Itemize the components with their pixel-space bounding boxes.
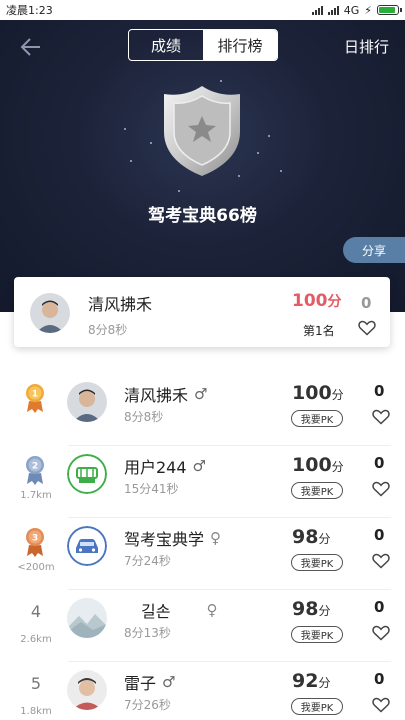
heart-icon[interactable] bbox=[372, 625, 390, 641]
pk-button[interactable]: 我要PK bbox=[291, 410, 343, 427]
tab-score[interactable]: 成绩 bbox=[129, 30, 203, 60]
female-icon: ♀ bbox=[206, 601, 218, 619]
signal-icon-2 bbox=[327, 5, 339, 15]
svg-text:1: 1 bbox=[32, 390, 38, 400]
silver-shield-star-icon bbox=[164, 86, 240, 176]
gold-medal-icon: 1 bbox=[26, 384, 44, 413]
user-time: 8分13秒 bbox=[124, 626, 171, 640]
leaderboard-title: 驾考宝典66榜 bbox=[148, 206, 257, 226]
my-rank-label: 第1名 bbox=[303, 324, 335, 338]
battery-icon bbox=[377, 5, 402, 15]
likes-count: 0 bbox=[374, 598, 385, 616]
distance: 1.8km bbox=[20, 706, 52, 717]
share-button[interactable]: 分享 bbox=[343, 237, 405, 263]
user-score: 98分 bbox=[292, 598, 331, 620]
my-score: 100分 bbox=[292, 291, 342, 311]
likes-count: 0 bbox=[374, 454, 385, 472]
heart-icon[interactable] bbox=[358, 320, 376, 336]
avatar[interactable] bbox=[67, 526, 107, 566]
leaderboard-row[interactable]: 4 2.6km 길손 ♀ 8分13秒 98分 我要PK 0 bbox=[0, 590, 405, 662]
heart-icon[interactable] bbox=[372, 553, 390, 569]
user-time: 7分26秒 bbox=[124, 698, 171, 712]
pk-button[interactable]: 我要PK bbox=[291, 482, 343, 499]
signal-icon bbox=[311, 5, 323, 15]
tab-leaderboard[interactable]: 排行榜 bbox=[203, 30, 277, 60]
user-time: 8分8秒 bbox=[124, 410, 164, 424]
svg-text:2: 2 bbox=[32, 462, 38, 472]
likes-count: 0 bbox=[374, 670, 385, 688]
user-name: 清风拂禾 ♂ bbox=[124, 385, 208, 405]
daily-ranking-link[interactable]: 日排行 bbox=[344, 36, 389, 57]
my-rank-card: 清风拂禾 8分8秒 100分 第1名 0 bbox=[14, 277, 390, 347]
user-score: 92分 bbox=[292, 670, 331, 692]
my-name: 清风拂禾 bbox=[88, 295, 153, 314]
distance: 2.6km bbox=[20, 634, 52, 645]
status-icons: 4G ⚡ bbox=[311, 3, 402, 17]
status-time: 凌晨1:23 bbox=[6, 4, 53, 17]
user-name: 驾考宝典学 ♀ bbox=[124, 529, 222, 549]
male-icon: ♂ bbox=[162, 673, 176, 691]
leaderboard-row[interactable]: 3 <200m 驾考宝典学 ♀ 7分24秒 98分 我要PK 0 bbox=[0, 518, 405, 590]
network-label: 4G bbox=[343, 3, 360, 17]
rank-number: 5 bbox=[30, 674, 42, 693]
pk-button[interactable]: 我要PK bbox=[291, 554, 343, 571]
heart-icon[interactable] bbox=[372, 697, 390, 713]
back-arrow-icon[interactable] bbox=[18, 34, 44, 60]
bronze-medal-icon: 3 bbox=[26, 528, 44, 557]
user-time: 15分41秒 bbox=[124, 482, 179, 496]
rank-number: 4 bbox=[30, 602, 42, 621]
user-score: 100分 bbox=[292, 382, 344, 404]
user-name: 雷子 ♂ bbox=[124, 673, 176, 693]
pk-button[interactable]: 我要PK bbox=[291, 626, 343, 643]
male-icon: ♂ bbox=[194, 385, 208, 403]
leaderboard-row[interactable]: 2 1.7km 用户244 ♂ 15分41秒 100分 我要PK 0 bbox=[0, 446, 405, 518]
avatar[interactable] bbox=[67, 454, 107, 494]
leaderboard-row[interactable]: 1 清风拂禾 ♂ 8分8秒 100分 我要PK 0 bbox=[0, 374, 405, 446]
user-score: 100分 bbox=[292, 454, 344, 476]
svg-text:3: 3 bbox=[32, 534, 38, 544]
male-icon: ♂ bbox=[192, 457, 206, 475]
female-icon: ♀ bbox=[210, 529, 222, 547]
user-time: 7分24秒 bbox=[124, 554, 171, 568]
heart-icon[interactable] bbox=[372, 481, 390, 497]
tab-switcher: 成绩 排行榜 bbox=[128, 29, 278, 61]
charging-icon: ⚡ bbox=[364, 3, 372, 17]
user-name: 길손 ♀ bbox=[141, 601, 218, 621]
avatar[interactable] bbox=[67, 670, 107, 710]
user-score: 98分 bbox=[292, 526, 331, 548]
avatar[interactable] bbox=[67, 382, 107, 422]
my-time: 8分8秒 bbox=[88, 323, 128, 337]
distance: <200m bbox=[17, 562, 55, 573]
likes-count: 0 bbox=[374, 526, 385, 544]
likes-count: 0 bbox=[374, 382, 385, 400]
status-bar: 凌晨1:23 4G ⚡ bbox=[0, 0, 405, 20]
my-likes-count: 0 bbox=[361, 294, 372, 312]
pk-button[interactable]: 我要PK bbox=[291, 698, 343, 715]
leaderboard-row[interactable]: 5 1.8km 雷子 ♂ 7分26秒 92分 我要PK 0 bbox=[0, 662, 405, 720]
silver-medal-icon: 2 bbox=[26, 456, 44, 485]
avatar[interactable] bbox=[30, 293, 70, 333]
distance: 1.7km bbox=[20, 490, 52, 501]
hero-banner: 成绩 排行榜 日排行 驾考宝典66榜 分享 bbox=[0, 20, 405, 312]
heart-icon[interactable] bbox=[372, 409, 390, 425]
avatar[interactable] bbox=[67, 598, 107, 638]
user-name: 用户244 ♂ bbox=[124, 457, 206, 477]
